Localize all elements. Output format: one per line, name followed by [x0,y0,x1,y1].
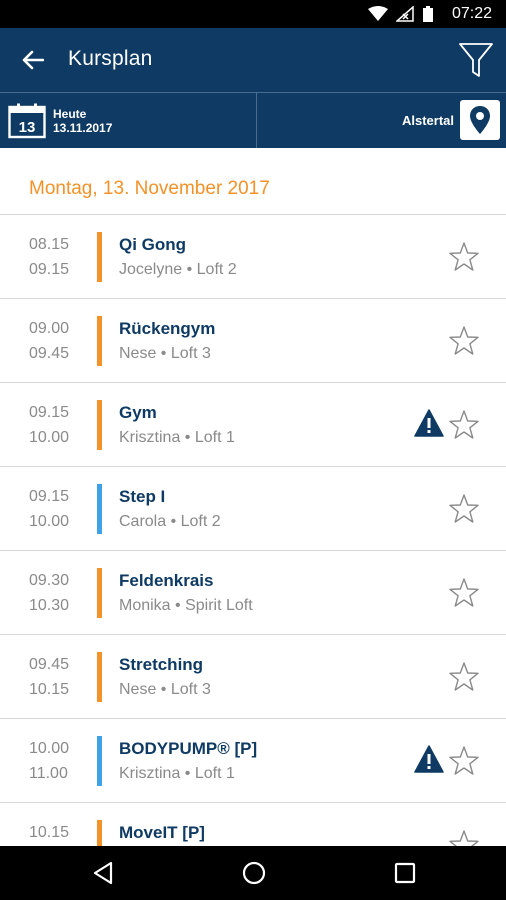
class-details: Monika • Spirit Loft [119,597,253,614]
location-selector[interactable]: Alstertal [258,93,506,148]
class-row[interactable]: 08.15 09.15 Qi Gong Jocelyne • Loft 2 [0,214,506,298]
wifi-icon [368,6,388,21]
status-bar: 07:22 [0,0,506,28]
warning-icon [414,745,444,773]
class-start-time: 08.15 [29,236,70,253]
class-row[interactable]: 09.15 10.00 Gym Krisztina • Loft 1 [0,382,506,466]
favorite-star-icon[interactable] [448,409,480,441]
class-details: Carola • Loft 2 [119,513,221,530]
favorite-star-icon[interactable] [448,241,480,273]
date-today-label: Heute [53,107,87,121]
class-start-time: 09.30 [29,572,70,589]
favorite-star-icon[interactable] [448,577,480,609]
class-end-time: 10.30 [29,597,70,614]
class-color-indicator [97,232,102,282]
filter-button[interactable] [456,38,496,82]
circle-home-icon [242,861,266,885]
map-pin-icon [470,106,490,134]
arrow-left-icon [22,50,44,70]
triangle-back-icon [93,861,113,885]
class-details: Nese • Loft 3 [119,681,211,698]
class-title: BODYPUMP® [P] [119,739,258,758]
class-title: Step I [119,487,166,506]
favorite-star-icon[interactable] [448,661,480,693]
class-title: Qi Gong [119,235,187,254]
warning-icon [414,409,444,437]
class-details: Nese • Loft 3 [119,345,211,362]
class-start-time: 09.15 [29,404,70,421]
favorite-star-icon[interactable] [448,493,480,525]
class-end-time: 10.00 [29,429,70,446]
date-selector[interactable]: 13 Heute 13.11.2017 [0,93,257,148]
class-end-time: 10.15 [29,681,70,698]
nav-home-button[interactable] [239,859,269,887]
class-end-time: 09.45 [29,345,70,362]
status-icons [368,5,434,23]
location-pin-button[interactable] [460,100,500,140]
class-details: Krisztina • Loft 1 [119,429,235,446]
filter-icon [459,43,493,77]
page-title: Kursplan [68,47,153,70]
calendar-day: 13 [19,119,36,136]
class-title: Gym [119,403,157,422]
class-row[interactable]: 09.15 10.00 Step I Carola • Loft 2 [0,466,506,550]
class-start-time: 10.15 [29,824,70,841]
date-value: 13.11.2017 [53,121,113,135]
battery-icon [423,6,433,22]
class-color-indicator [97,652,102,702]
signal-icon [396,6,414,22]
class-color-indicator [97,484,102,534]
location-label: Alstertal [401,113,454,128]
class-end-time: 10.00 [29,513,70,530]
class-color-indicator [97,316,102,366]
selector-bar: 13 Heute 13.11.2017 Alstertal [0,92,506,148]
status-time: 07:22 [451,5,492,22]
favorite-star-icon[interactable] [448,745,480,777]
calendar-icon: 13 [8,103,46,139]
class-details: Jocelyne • Loft 2 [119,261,237,278]
class-color-indicator [97,568,102,618]
class-end-time: 09.15 [29,261,70,278]
class-color-indicator [97,400,102,450]
class-details: Krisztina • Loft 1 [119,765,235,782]
nav-recents-button[interactable] [390,859,420,887]
favorite-star-icon[interactable] [448,325,480,357]
class-start-time: 09.00 [29,320,70,337]
day-heading: Montag, 13. November 2017 [29,178,270,199]
class-title: Feldenkrais [119,571,214,590]
class-title: MoveIT [P] [119,823,205,842]
class-row[interactable]: 10.00 11.00 BODYPUMP® [P] Krisztina • Loft … [0,718,506,802]
class-row[interactable]: 09.00 09.45 Rückengym Nese • Loft 3 [0,298,506,382]
class-color-indicator [97,736,102,786]
class-title: Rückengym [119,319,216,338]
back-button[interactable] [14,42,52,78]
app-bar: Kursplan [0,28,506,92]
class-row[interactable]: 09.45 10.15 Stretching Nese • Loft 3 [0,634,506,718]
navigation-bar [0,846,506,900]
class-row[interactable]: 09.30 10.30 Feldenkrais Monika • Spirit Lof… [0,550,506,634]
class-list: 08.15 09.15 Qi Gong Jocelyne • Loft 2 09.00 0… [0,214,506,886]
nav-back-button[interactable] [88,859,118,887]
square-recents-icon [394,862,416,884]
date-label: Heute 13.11.2017 [53,107,112,135]
class-end-time: 11.00 [29,765,68,782]
class-start-time: 09.45 [29,656,70,673]
class-start-time: 09.15 [29,488,70,505]
class-start-time: 10.00 [29,740,70,757]
class-title: Stretching [119,655,204,674]
